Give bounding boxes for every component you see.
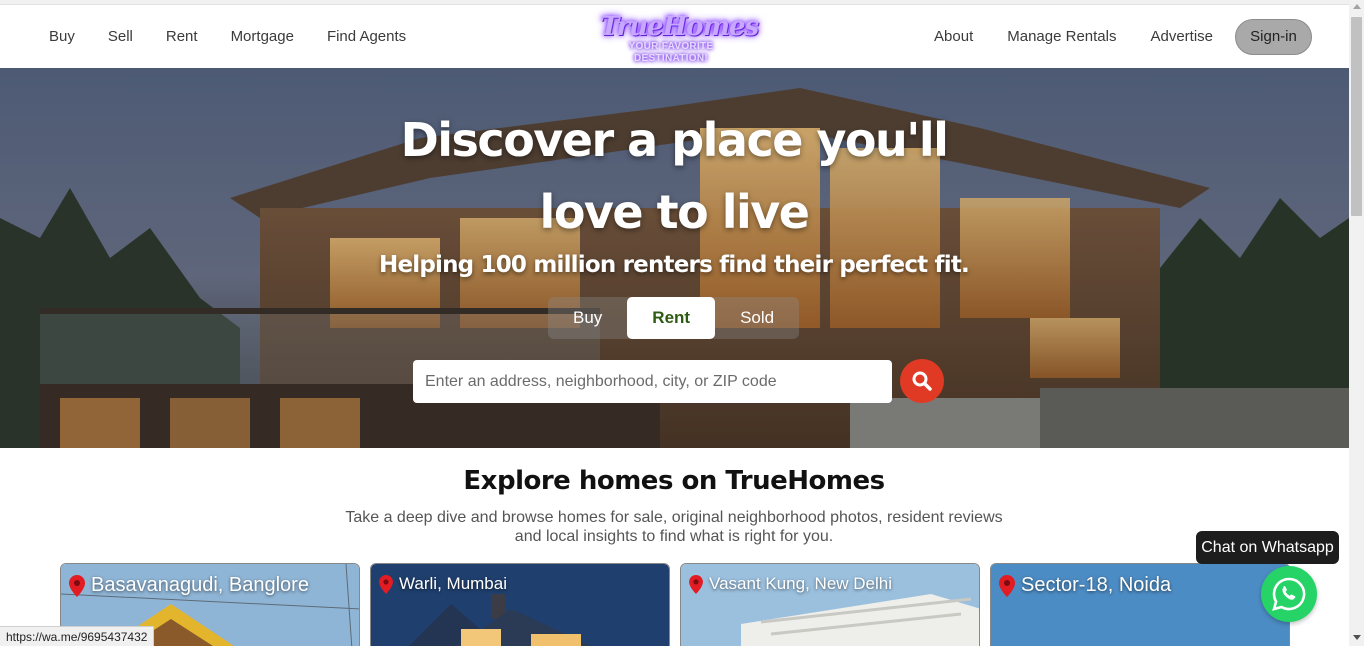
- logo-name: TrueHomes: [600, 12, 759, 42]
- city-card-label: Basavanagudi, Banglore: [69, 574, 309, 597]
- page: Buy Sell Rent Mortgage Find Agents TrueH…: [0, 0, 1364, 646]
- listing-type-tabs: Buy Rent Sold: [548, 297, 800, 339]
- city-card-sector-18[interactable]: Sector-18, Noida: [990, 563, 1290, 646]
- tab-sold[interactable]: Sold: [715, 297, 799, 339]
- hero-section: Discover a place you'll love to live Hel…: [0, 68, 1349, 448]
- nav-link-manage-rentals[interactable]: Manage Rentals: [1007, 28, 1116, 45]
- nav-link-mortgage[interactable]: Mortgage: [231, 28, 294, 45]
- hero-title-line2: love to live: [539, 185, 810, 239]
- location-pin-icon: [999, 574, 1015, 597]
- explore-description-line1: Take a deep dive and browse homes for sa…: [345, 509, 1003, 526]
- whatsapp-icon: [1272, 577, 1306, 611]
- navbar: Buy Sell Rent Mortgage Find Agents TrueH…: [0, 5, 1349, 68]
- city-card-label: Sector-18, Noida: [999, 574, 1171, 597]
- whatsapp-button[interactable]: [1261, 566, 1317, 622]
- city-name: Sector-18, Noida: [1021, 574, 1172, 596]
- page-scrollbar[interactable]: [1349, 0, 1364, 646]
- nav-link-sell[interactable]: Sell: [108, 28, 133, 45]
- nav-link-advertise[interactable]: Advertise: [1150, 28, 1213, 45]
- hero-title-line1: Discover a place you'll: [400, 113, 949, 167]
- status-bar-url: https://wa.me/9695437432: [0, 626, 155, 646]
- whatsapp-chat-label[interactable]: Chat on Whatsapp: [1196, 531, 1339, 564]
- scroll-thumb[interactable]: [1351, 17, 1362, 216]
- explore-description: Take a deep dive and browse homes for sa…: [334, 508, 1014, 546]
- scroll-up-arrow-icon[interactable]: [1353, 4, 1361, 9]
- city-name: Basavanagudi, Banglore: [91, 574, 309, 596]
- site-logo[interactable]: TrueHomes YOUR FAVORITE DESTINATION!: [600, 12, 759, 64]
- explore-title: Explore homes on TrueHomes: [463, 466, 885, 496]
- scroll-down-arrow-icon[interactable]: [1353, 635, 1361, 640]
- nav-left: Buy Sell Rent Mortgage Find Agents: [49, 5, 439, 68]
- city-name: Warli, Mumbai: [399, 574, 507, 593]
- city-card-label: Warli, Mumbai: [379, 574, 507, 594]
- sign-in-button[interactable]: Sign-in: [1235, 18, 1312, 55]
- explore-description-line2: and local insights to find what is right…: [514, 528, 834, 545]
- nav-right: About Manage Rentals Advertise Sign-in: [900, 5, 1312, 68]
- nav-link-find-agents[interactable]: Find Agents: [327, 28, 406, 45]
- city-card-label: Vasant Kung, New Delhi: [689, 574, 892, 594]
- nav-link-rent[interactable]: Rent: [166, 28, 198, 45]
- search-icon: [912, 371, 932, 391]
- tab-rent[interactable]: Rent: [627, 297, 716, 339]
- hero-subtitle: Helping 100 million renters find their p…: [379, 252, 970, 278]
- city-card-warli[interactable]: Warli, Mumbai: [370, 563, 670, 646]
- nav-link-buy[interactable]: Buy: [49, 28, 75, 45]
- city-name: Vasant Kung, New Delhi: [709, 574, 893, 593]
- location-pin-icon: [379, 574, 393, 594]
- search-input[interactable]: [413, 360, 892, 403]
- location-pin-icon: [689, 574, 703, 594]
- hero-title: Discover a place you'll love to live: [374, 104, 974, 248]
- logo-tagline: YOUR FAVORITE DESTINATION!: [628, 41, 714, 64]
- city-card-vasant-kung[interactable]: Vasant Kung, New Delhi: [680, 563, 980, 646]
- location-pin-icon: [69, 574, 85, 597]
- search-button[interactable]: [900, 359, 944, 403]
- tab-buy[interactable]: Buy: [548, 297, 627, 339]
- nav-link-about[interactable]: About: [934, 28, 973, 45]
